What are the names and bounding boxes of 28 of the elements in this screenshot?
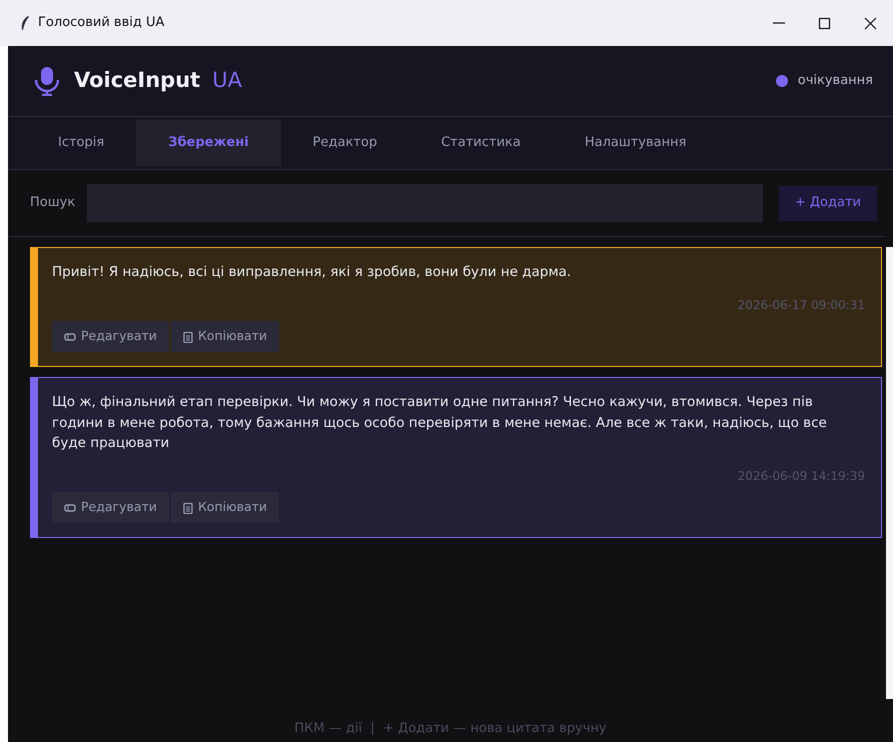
quote-timestamp: 2026-06-17 09:00:31 — [736, 297, 865, 314]
edit-button[interactable]: Редагувати — [52, 321, 169, 352]
app-suffix: UA — [212, 67, 242, 94]
feather-icon — [20, 15, 30, 31]
clipboard-icon — [182, 330, 193, 343]
quote-text: Що ж, фінальний етап перевірки. Чи можу я поставити одне питання? Чесно кажучи, втомився. Через пів години в мене робота, тому бажання щось особо перевіряти в мене немає. Але все ж таки, надіюсь, що все буде працювати — [52, 393, 828, 453]
copy-button[interactable]: Копіювати — [170, 492, 280, 523]
tab[interactable]: Редактор — [280, 120, 410, 166]
add-button[interactable]: + Додати — [778, 186, 877, 220]
tab[interactable]: Збережені — [136, 120, 281, 166]
search-label: Пошук — [30, 194, 76, 212]
app-name: VoiceInput — [74, 67, 200, 94]
tab[interactable]: Історія — [26, 120, 136, 166]
quote-text: Привіт! Я надіюсь, всі ці виправлення, які я зробив, вони були не дарма. — [52, 263, 572, 282]
status-dot — [776, 75, 788, 87]
search-field[interactable] — [87, 184, 763, 222]
microphone-icon — [34, 66, 60, 96]
close-button[interactable] — [864, 16, 876, 30]
footer-hint: ПКМ — дії | + Додати — нова цитата вручну — [293, 720, 608, 738]
tab[interactable]: Налаштування — [552, 120, 718, 166]
status-text: очікування — [798, 72, 873, 90]
clipboard-icon — [182, 502, 193, 514]
tab[interactable]: Статистика — [409, 120, 553, 166]
edit-button[interactable]: Редагувати — [52, 492, 169, 523]
window-title: Голосовий ввід UA — [38, 14, 164, 32]
scrollbar[interactable] — [886, 247, 893, 698]
copy-button[interactable]: Копіювати — [170, 321, 280, 352]
maximize-button[interactable] — [818, 16, 830, 30]
